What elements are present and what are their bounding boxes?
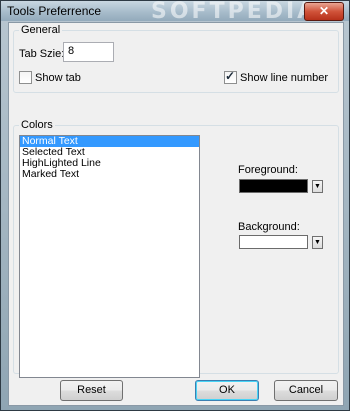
foreground-color-swatch[interactable] bbox=[239, 179, 308, 193]
list-item-marked-text[interactable]: Marked Text bbox=[20, 169, 199, 180]
check-icon: ✓ bbox=[225, 69, 236, 83]
watermark: SOFTPEDIA bbox=[151, 0, 318, 24]
close-button[interactable]: ✕ bbox=[304, 2, 344, 21]
window-title: Tools Preferrence bbox=[7, 4, 102, 18]
ok-button[interactable]: OK bbox=[195, 380, 259, 401]
foreground-dropdown-button[interactable]: ▼ bbox=[312, 180, 323, 193]
show-line-number-label: Show line number bbox=[240, 72, 329, 84]
tools-preference-window: Tools Preferrence SOFTPEDIA ✕ General Ta… bbox=[0, 0, 350, 411]
dialog-client-area: General Tab Szie: 8 Show tab ✓ Show line… bbox=[8, 22, 344, 406]
show-line-number-checkbox[interactable]: ✓ bbox=[224, 69, 237, 84]
tab-size-input[interactable]: 8 bbox=[63, 42, 114, 62]
close-icon: ✕ bbox=[318, 4, 330, 18]
chevron-down-icon: ▼ bbox=[314, 239, 321, 246]
reset-button[interactable]: Reset bbox=[60, 380, 123, 401]
chevron-down-icon: ▼ bbox=[314, 183, 321, 190]
title-bar[interactable]: Tools Preferrence SOFTPEDIA ✕ bbox=[1, 0, 349, 24]
cancel-button[interactable]: Cancel bbox=[274, 380, 338, 401]
foreground-label: Foreground: bbox=[238, 164, 298, 176]
colors-legend: Colors bbox=[21, 119, 53, 131]
background-color-swatch[interactable] bbox=[239, 235, 308, 249]
color-items-list[interactable]: Normal Text Selected Text HighLighted Li… bbox=[19, 135, 200, 378]
show-tab-checkbox[interactable] bbox=[19, 71, 32, 84]
show-tab-label: Show tab bbox=[35, 72, 81, 84]
general-legend: General bbox=[21, 24, 61, 36]
tab-size-label: Tab Szie: bbox=[19, 48, 65, 60]
background-label: Background: bbox=[238, 221, 300, 233]
background-dropdown-button[interactable]: ▼ bbox=[312, 236, 323, 249]
